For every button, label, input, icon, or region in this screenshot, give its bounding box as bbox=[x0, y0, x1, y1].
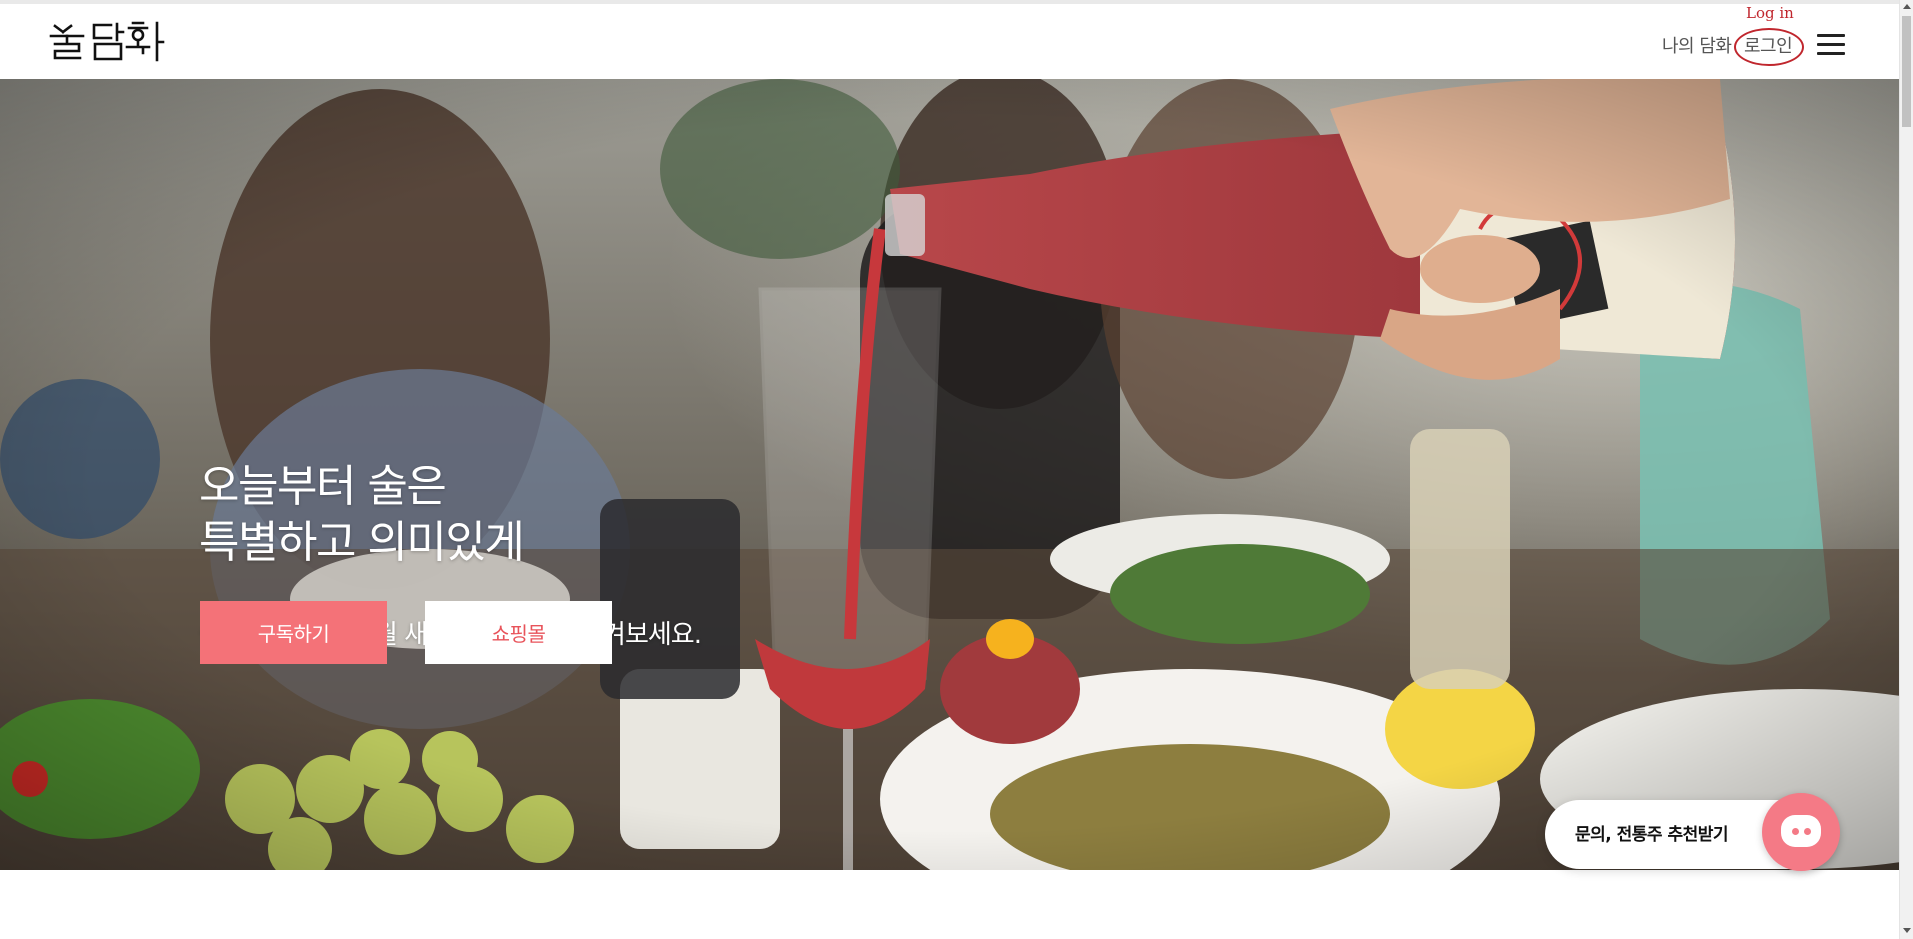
chat-widget-label[interactable]: 문의, 전통주 추천받기 bbox=[1575, 820, 1729, 845]
hero-title-line-1: 오늘부터 술은 bbox=[199, 461, 447, 512]
nav-my-damhwa[interactable]: 나의 담화 bbox=[1662, 32, 1732, 58]
hero-banner: 오늘부터 술은 특별하고 의미있게 술담화와 함께 매월 새로운 전통주를 즐겨… bbox=[0, 79, 1899, 870]
menu-line bbox=[1817, 52, 1845, 55]
login-annotation-label: Log in bbox=[1746, 4, 1794, 22]
hero-title-line-2: 특별하고 의미있게 bbox=[199, 517, 525, 568]
subscribe-button[interactable]: 구독하기 bbox=[200, 601, 387, 664]
hamburger-menu-icon[interactable] bbox=[1817, 32, 1845, 56]
chat-dot bbox=[1804, 828, 1811, 835]
scroll-down-arrow-icon[interactable] bbox=[1903, 928, 1911, 933]
chat-bubble-icon[interactable] bbox=[1762, 793, 1840, 871]
login-annotation-circle bbox=[1734, 28, 1804, 66]
chat-bubble-shape bbox=[1781, 815, 1821, 847]
menu-line bbox=[1817, 34, 1845, 37]
site-header: 나의 담화 로그인 Log in bbox=[0, 4, 1899, 79]
shop-button[interactable]: 쇼핑몰 bbox=[425, 601, 612, 664]
page-scrollbar[interactable] bbox=[1899, 0, 1913, 939]
scroll-up-arrow-icon[interactable] bbox=[1903, 4, 1911, 9]
hero-title: 오늘부터 술은 특별하고 의미있게 bbox=[199, 459, 525, 571]
site-logo[interactable] bbox=[49, 20, 167, 64]
chat-dot bbox=[1792, 828, 1799, 835]
scrollbar-thumb[interactable] bbox=[1902, 16, 1911, 127]
menu-line bbox=[1817, 43, 1845, 46]
page: 나의 담화 로그인 Log in 오늘부터 술은 특별하고 의미있게 즐겨보세요… bbox=[0, 0, 1913, 939]
